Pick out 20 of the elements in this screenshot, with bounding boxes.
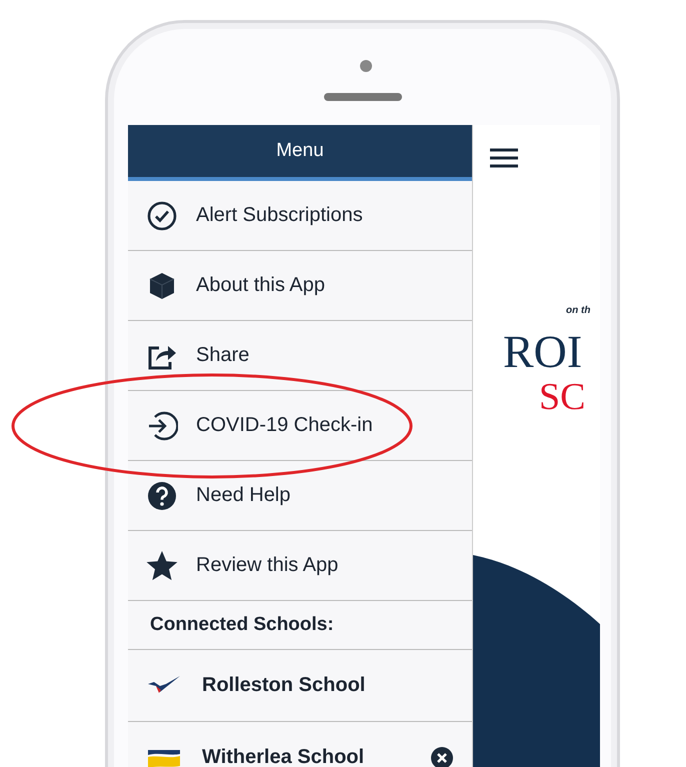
close-icon[interactable] bbox=[430, 746, 454, 767]
school-item[interactable]: Rolleston School bbox=[128, 650, 472, 722]
menu-item[interactable]: Share bbox=[128, 321, 472, 391]
menu-item[interactable]: Review this App bbox=[128, 531, 472, 601]
menu-item[interactable]: Need Help bbox=[128, 461, 472, 531]
logo-text: ROI bbox=[503, 325, 582, 378]
menu-item[interactable]: COVID-19 Check-in bbox=[128, 391, 472, 461]
camera-dot bbox=[360, 60, 372, 72]
menu-item[interactable]: Alert Subscriptions bbox=[128, 181, 472, 251]
tagline-text: on th bbox=[566, 305, 590, 316]
school-item[interactable]: Witherlea School bbox=[128, 722, 472, 767]
star-icon bbox=[146, 550, 178, 582]
section-heading: Connected Schools: bbox=[128, 601, 472, 650]
menu-item[interactable]: About this App bbox=[128, 251, 472, 321]
menu-icon[interactable] bbox=[489, 147, 519, 169]
help-icon bbox=[146, 480, 178, 512]
arrow-in-circle-icon bbox=[146, 410, 178, 442]
check-circle-icon bbox=[146, 200, 178, 232]
menu-title: Menu bbox=[128, 125, 472, 181]
logo-text: SC bbox=[539, 375, 586, 419]
